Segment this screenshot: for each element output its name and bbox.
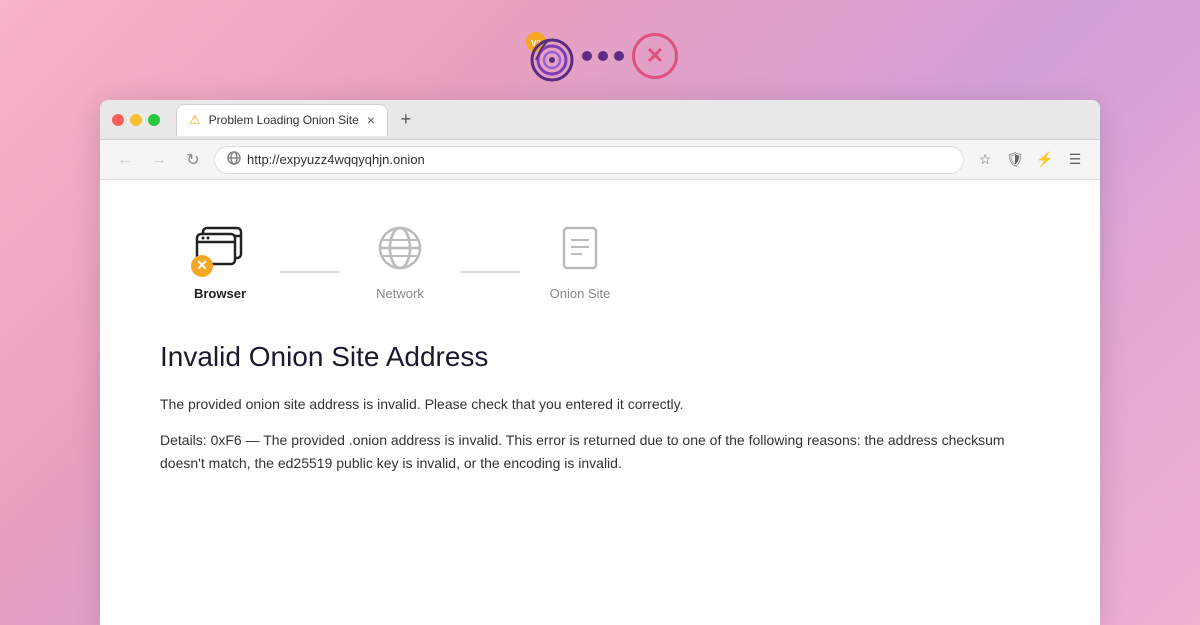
- window-controls: [112, 114, 160, 126]
- forward-button[interactable]: →: [146, 147, 172, 173]
- tab-warning-icon: ⚠: [189, 112, 201, 128]
- tor-dot-3: [614, 51, 624, 61]
- active-tab[interactable]: ⚠ Problem Loading Onion Site ×: [176, 104, 388, 136]
- error-details: Details: 0xF6 — The provided .onion addr…: [160, 429, 1040, 475]
- tor-header: V2 ✕: [522, 30, 678, 82]
- back-button[interactable]: ←: [112, 147, 138, 173]
- onion-site-icon-wrap: [552, 220, 608, 276]
- refresh-button[interactable]: ↻: [180, 147, 206, 173]
- onion-security-icon: [227, 151, 241, 168]
- connection-status-row: ✕ Browser Network: [160, 220, 1040, 301]
- lightning-button[interactable]: ⚡: [1032, 147, 1058, 173]
- page-content: ✕ Browser Network: [100, 180, 1100, 625]
- tab-bar: ⚠ Problem Loading Onion Site × +: [176, 104, 1088, 136]
- status-item-network: Network: [340, 220, 460, 301]
- browser-status-label: Browser: [194, 286, 246, 301]
- onion-site-status-label: Onion Site: [550, 286, 611, 301]
- tor-dot-2: [598, 51, 608, 61]
- status-item-onion-site: Onion Site: [520, 220, 640, 301]
- close-window-button[interactable]: [112, 114, 124, 126]
- tor-error-icon: ✕: [632, 33, 678, 79]
- browser-icon: ✕: [195, 224, 245, 273]
- menu-button[interactable]: ☰: [1062, 147, 1088, 173]
- tab-title: Problem Loading Onion Site: [209, 113, 359, 127]
- network-icon-wrap: [372, 220, 428, 276]
- error-description: The provided onion site address is inval…: [160, 393, 1040, 415]
- browser-icon-wrap: ✕: [192, 220, 248, 276]
- connector-1: [280, 271, 340, 273]
- browser-window: ⚠ Problem Loading Onion Site × + ← → ↻ h…: [100, 100, 1100, 625]
- network-status-label: Network: [376, 286, 424, 301]
- shield-button[interactable]: 🛡: [1002, 147, 1028, 173]
- tab-close-button[interactable]: ×: [367, 113, 375, 127]
- title-bar: ⚠ Problem Loading Onion Site × +: [100, 100, 1100, 140]
- connector-2: [460, 271, 520, 273]
- tor-dot-1: [582, 51, 592, 61]
- status-item-browser: ✕ Browser: [160, 220, 280, 301]
- url-text: http://expyuzz4wqqyqhjn.onion: [247, 152, 425, 167]
- tor-connection-dots: [582, 51, 624, 61]
- nav-bar: ← → ↻ http://expyuzz4wqqyqhjn.onion ☆ 🛡 …: [100, 140, 1100, 180]
- error-heading: Invalid Onion Site Address: [160, 341, 1040, 373]
- url-bar[interactable]: http://expyuzz4wqqyqhjn.onion: [214, 146, 964, 174]
- new-tab-button[interactable]: +: [392, 106, 420, 134]
- bookmark-button[interactable]: ☆: [972, 147, 998, 173]
- browser-error-badge: ✕: [191, 255, 213, 277]
- nav-right-icons: ☆ 🛡 ⚡ ☰: [972, 147, 1088, 173]
- minimize-window-button[interactable]: [130, 114, 142, 126]
- maximize-window-button[interactable]: [148, 114, 160, 126]
- tor-onion-icon: V2: [522, 30, 574, 82]
